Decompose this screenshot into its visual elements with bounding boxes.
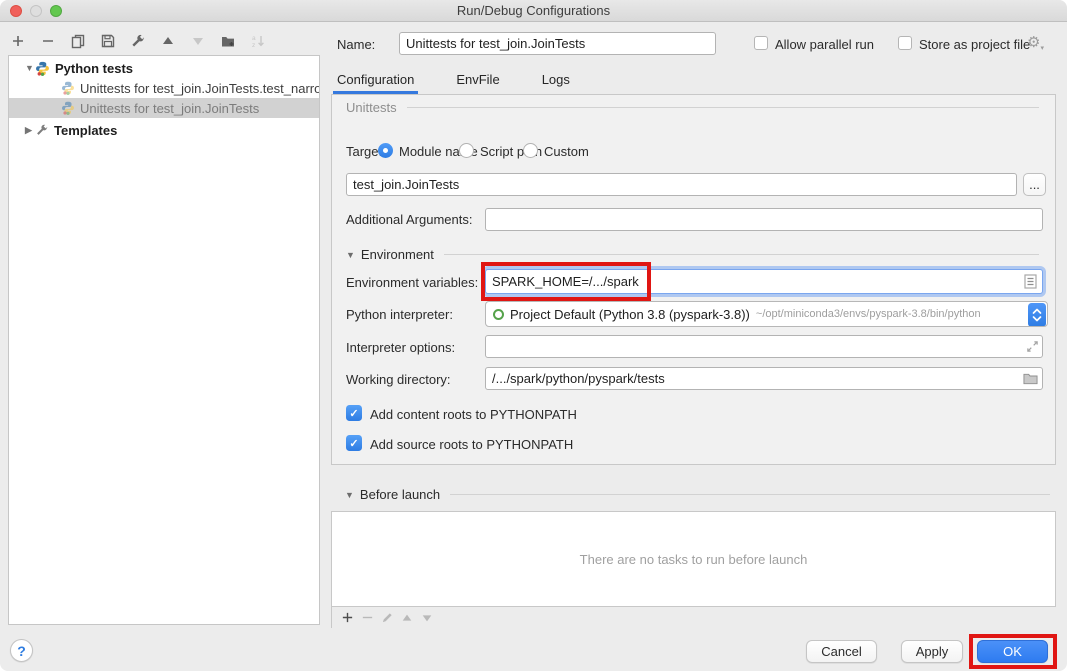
add-source-roots-label: Add source roots to PYTHONPATH	[370, 437, 573, 452]
allow-parallel-run-checkbox[interactable]	[754, 36, 768, 50]
tab-logs[interactable]: Logs	[538, 68, 574, 94]
add-task-icon[interactable]	[340, 611, 354, 625]
copy-configuration-icon[interactable]	[70, 33, 86, 49]
target-input[interactable]	[346, 173, 1017, 196]
environment-section-label: Environment	[361, 247, 434, 262]
before-launch-header[interactable]: ▼ Before launch	[345, 487, 1050, 502]
chevron-right-icon[interactable]: ▶	[25, 125, 35, 136]
before-launch-empty-text: There are no tasks to run before launch	[580, 552, 808, 567]
help-button[interactable]: ?	[10, 639, 33, 662]
chevron-down-icon[interactable]: ▼	[345, 490, 354, 500]
svg-text:z: z	[252, 42, 255, 49]
run-debug-configurations-dialog: Run/Debug Configurations az ▼ Pyt	[0, 0, 1067, 671]
configuration-tabs: Configuration EnvFile Logs	[333, 68, 574, 94]
python-interpreter-path: ~/opt/miniconda3/envs/pyspark-3.8/bin/py…	[756, 308, 981, 320]
radio-custom-label: Custom	[544, 144, 589, 159]
name-input[interactable]	[399, 32, 716, 55]
configurations-tree: ▼ Python tests Unittests for test_join.J…	[8, 55, 320, 625]
environment-section-header[interactable]: ▼ Environment	[346, 247, 1039, 262]
expand-field-icon[interactable]	[1026, 335, 1039, 358]
folder-icon[interactable]	[1023, 367, 1038, 390]
divider	[407, 107, 1039, 108]
chevron-down-icon[interactable]: ▼	[346, 250, 355, 260]
add-content-roots-label: Add content roots to PYTHONPATH	[370, 407, 577, 422]
python-interpreter-label: Python interpreter:	[346, 307, 453, 322]
python-test-icon	[61, 81, 75, 95]
tab-configuration[interactable]: Configuration	[333, 68, 418, 94]
conda-environment-icon	[493, 309, 504, 320]
apply-button[interactable]: Apply	[901, 640, 963, 663]
edit-task-icon	[380, 611, 394, 625]
allow-parallel-run-label: Allow parallel run	[775, 37, 874, 52]
configurations-toolbar: az	[10, 31, 280, 51]
tree-item-python-tests[interactable]: ▼ Python tests	[9, 58, 319, 78]
add-content-roots-checkbox[interactable]: ✓	[346, 405, 362, 421]
interpreter-options-input[interactable]	[485, 335, 1043, 358]
tree-item-templates[interactable]: ▶ Templates	[9, 120, 319, 140]
move-task-down-icon	[420, 611, 434, 625]
store-as-project-file-checkbox[interactable]	[898, 36, 912, 50]
python-tests-icon	[35, 61, 50, 76]
browse-target-button[interactable]: ...	[1023, 173, 1046, 196]
working-directory-label: Working directory:	[346, 372, 451, 387]
before-launch-task-list[interactable]: There are no tasks to run before launch	[331, 511, 1056, 607]
python-interpreter-value: Project Default (Python 3.8 (pyspark-3.8…	[510, 307, 750, 322]
before-launch-toolbar	[331, 607, 1056, 628]
radio-custom[interactable]	[523, 143, 538, 158]
tree-item-label: Templates	[54, 123, 117, 138]
new-folder-icon[interactable]	[220, 33, 236, 49]
cancel-button[interactable]: Cancel	[806, 640, 877, 663]
divider	[450, 494, 1050, 495]
sort-alphabetically-icon: az	[250, 33, 266, 49]
gear-icon[interactable]: ⚙▾	[1027, 34, 1044, 52]
before-launch-label: Before launch	[360, 487, 440, 502]
svg-text:a: a	[252, 35, 256, 42]
browse-variables-icon[interactable]	[1024, 269, 1037, 294]
additional-arguments-label: Additional Arguments:	[346, 212, 472, 227]
environment-variables-label: Environment variables:	[346, 275, 478, 290]
move-task-up-icon	[400, 611, 414, 625]
tree-item-label: Unittests for test_join.JoinTests	[80, 101, 259, 116]
ok-button[interactable]: OK	[977, 640, 1048, 663]
radio-script-path[interactable]	[459, 143, 474, 158]
title-bar: Run/Debug Configurations	[0, 0, 1067, 22]
environment-variables-input[interactable]	[485, 269, 1043, 294]
window-title: Run/Debug Configurations	[0, 0, 1067, 22]
add-source-roots-checkbox[interactable]: ✓	[346, 435, 362, 451]
name-label: Name:	[337, 37, 375, 52]
working-directory-input[interactable]	[485, 367, 1043, 390]
radio-module-name[interactable]	[378, 143, 393, 158]
remove-configuration-icon[interactable]	[40, 33, 56, 49]
python-test-icon	[61, 101, 75, 115]
store-as-project-file-label: Store as project file	[919, 37, 1030, 52]
save-configuration-icon[interactable]	[100, 33, 116, 49]
divider	[444, 254, 1039, 255]
additional-arguments-input[interactable]	[485, 208, 1043, 231]
remove-task-icon	[360, 611, 374, 625]
configuration-panel: Unittests Target: Module name Script pat…	[331, 94, 1056, 465]
dropdown-stepper-icon[interactable]	[1028, 303, 1046, 327]
chevron-down-icon[interactable]: ▼	[25, 63, 35, 73]
wrench-icon	[35, 123, 49, 137]
unittests-group-header: Unittests	[346, 100, 1039, 115]
edit-templates-icon[interactable]	[130, 33, 146, 49]
python-interpreter-select[interactable]: Project Default (Python 3.8 (pyspark-3.8…	[485, 301, 1048, 327]
tree-item-label: Python tests	[55, 61, 133, 76]
add-configuration-icon[interactable]	[10, 33, 26, 49]
tab-envfile[interactable]: EnvFile	[452, 68, 503, 94]
interpreter-options-label: Interpreter options:	[346, 340, 455, 355]
move-down-icon	[190, 33, 206, 49]
tree-item-label: Unittests for test_join.JoinTests.test_n…	[80, 81, 319, 96]
move-up-icon[interactable]	[160, 33, 176, 49]
unittests-group-label: Unittests	[346, 100, 397, 115]
tree-item-unittests-jointests[interactable]: Unittests for test_join.JoinTests	[9, 98, 319, 118]
tree-item-unittests-narrow[interactable]: Unittests for test_join.JoinTests.test_n…	[9, 78, 319, 98]
